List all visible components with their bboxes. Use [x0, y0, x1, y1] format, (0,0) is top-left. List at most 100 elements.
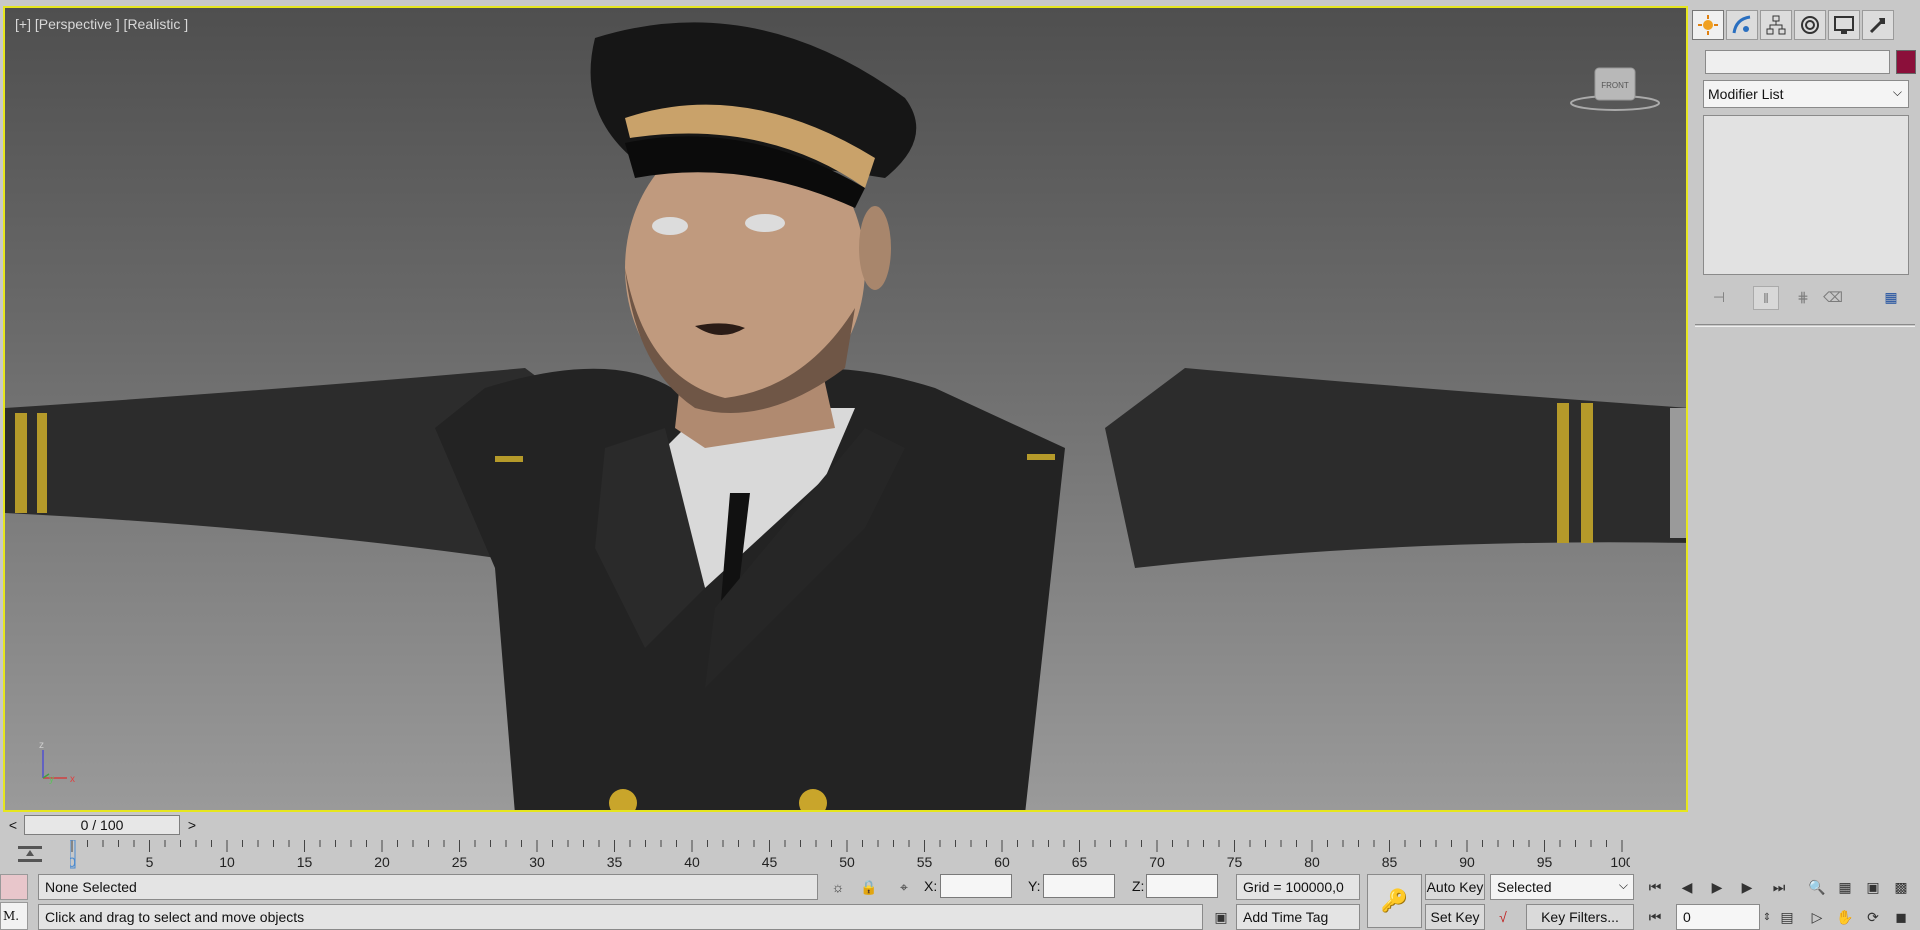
show-end-result-icon[interactable]: ‖ — [1753, 286, 1779, 310]
key-mode-toggle-icon[interactable]: ⏮ — [1644, 906, 1666, 928]
maximize-viewport-icon[interactable]: ◼ — [1890, 906, 1912, 928]
key-filters-button[interactable]: Key Filters... — [1526, 904, 1634, 930]
set-key-button[interactable]: Set Key — [1425, 904, 1485, 930]
remove-modifier-icon[interactable]: ⌫ — [1821, 286, 1845, 308]
time-slider[interactable] — [3, 814, 1688, 836]
panel-divider — [1695, 324, 1915, 327]
frame-tick-label: 85 — [1382, 854, 1398, 870]
time-slider-next[interactable]: > — [182, 814, 202, 836]
motion-icon — [1801, 16, 1819, 34]
modify-icon — [1732, 15, 1751, 34]
make-unique-icon[interactable]: ⋕ — [1791, 286, 1815, 308]
y-label: Y: — [1028, 878, 1041, 894]
absolute-mode-icon[interactable]: ⌖ — [893, 876, 915, 898]
next-frame-icon[interactable]: ▶ — [1736, 876, 1758, 898]
frame-tick-label: 10 — [219, 854, 235, 870]
lock-selection-icon[interactable]: 🔒 — [858, 876, 880, 898]
hierarchy-icon — [1766, 15, 1786, 35]
chevron-down-icon: ⌵ — [1892, 85, 1902, 99]
time-slider-prev[interactable]: < — [3, 814, 23, 836]
z-coordinate-input[interactable] — [1146, 874, 1218, 898]
frame-tick-label: 95 — [1537, 854, 1553, 870]
open-mini-curve-editor-icon[interactable] — [16, 842, 44, 866]
prompt-line: Click and drag to select and move object… — [38, 904, 1203, 930]
modifier-stack-view[interactable] — [1703, 115, 1909, 275]
frame-tick-label: 40 — [684, 854, 700, 870]
frame-tick-label: 90 — [1459, 854, 1475, 870]
display-tab[interactable] — [1828, 10, 1860, 40]
frame-ticks: 0 5 10 15 20 25 30 35 40 45 50 55 60 65 70 75 80 85 90 95 10… — [70, 840, 1630, 870]
frame-tick-label: 60 — [994, 854, 1010, 870]
set-key-tangent-icon[interactable]: √ — [1492, 906, 1514, 928]
frame-tick-label: 75 — [1227, 854, 1243, 870]
frame-tick-label: 15 — [297, 854, 313, 870]
frame-tick-label: 30 — [529, 854, 545, 870]
zoom-all-icon[interactable]: ▦ — [1834, 876, 1856, 898]
modifier-list-dropdown[interactable]: Modifier List ⌵ — [1703, 80, 1909, 108]
frame-tick-label: 55 — [917, 854, 933, 870]
zoom-extents-all-icon[interactable]: ▩ — [1890, 876, 1912, 898]
frame-tick-label: 45 — [762, 854, 778, 870]
current-frame-field[interactable]: 0 — [1676, 904, 1760, 930]
frame-tick-label: 25 — [452, 854, 468, 870]
frame-ruler[interactable]: 0 5 10 15 20 25 30 35 40 45 50 55 60 65 70 75 80 85 90 95 10… — [70, 840, 1630, 870]
axis-z-label: z — [39, 740, 44, 751]
frame-tick-label: 5 — [146, 854, 154, 870]
play-icon[interactable]: ▶ — [1706, 876, 1728, 898]
axis-y-label: y — [49, 774, 54, 785]
frame-tick-label: 35 — [607, 854, 623, 870]
x-coordinate-input[interactable] — [940, 874, 1012, 898]
pin-stack-icon[interactable]: ⊣ — [1707, 286, 1731, 308]
configure-modifier-sets-icon[interactable]: ▦ — [1879, 286, 1903, 308]
go-to-start-icon[interactable]: ⏮ — [1644, 876, 1666, 898]
key-mode-label: Selected — [1497, 879, 1552, 895]
perspective-viewport[interactable]: [+] [Perspective ] [Realistic ] FRONT z … — [3, 6, 1688, 812]
utilities-icon — [1869, 18, 1885, 34]
viewport-label[interactable]: [+] [Perspective ] [Realistic ] — [15, 16, 188, 32]
zoom-icon[interactable]: 🔍 — [1806, 876, 1828, 898]
key-mode-dropdown[interactable]: Selected ⌵ — [1490, 874, 1634, 900]
go-to-end-icon[interactable]: ⏭ — [1768, 876, 1790, 898]
character-model — [5, 22, 1686, 810]
object-name-field[interactable] — [1705, 50, 1890, 74]
maxscript-listener-box[interactable] — [0, 874, 28, 900]
create-tab[interactable] — [1692, 10, 1724, 40]
axis-x-label: x — [70, 774, 75, 785]
x-label: X: — [924, 878, 938, 894]
time-tag-icon[interactable]: ▣ — [1210, 906, 1232, 928]
hierarchy-tab[interactable] — [1760, 10, 1792, 40]
viewcube[interactable]: FRONT — [1570, 58, 1670, 118]
viewcube-face-label: FRONT — [1601, 81, 1629, 90]
time-slider-thumb[interactable]: 0 / 100 — [24, 815, 180, 835]
frame-tick-label: 80 — [1304, 854, 1320, 870]
object-color-swatch[interactable] — [1896, 50, 1916, 74]
chevron-down-icon: ⌵ — [1618, 878, 1628, 892]
modify-tab[interactable] — [1726, 10, 1758, 40]
auto-key-button[interactable]: Auto Key — [1425, 874, 1485, 900]
previous-frame-icon[interactable]: ◀ — [1676, 876, 1698, 898]
status-bar-bottom: M. Click and drag to select and move obj… — [0, 902, 1920, 930]
orbit-icon[interactable]: ⟳ — [1862, 906, 1884, 928]
pan-view-icon[interactable]: ✋ — [1834, 906, 1856, 928]
field-of-view-icon[interactable]: ▷ — [1806, 906, 1828, 928]
frame-tick-label: 50 — [839, 854, 855, 870]
utilities-tab[interactable] — [1862, 10, 1894, 40]
frame-tick-label: 20 — [374, 854, 390, 870]
add-time-tag[interactable]: Add Time Tag — [1236, 904, 1360, 930]
status-bar-top: None Selected ☼ 🔒 ⌖ X: Y: Z: Grid = 1000… — [0, 872, 1920, 928]
grid-size: Grid = 100000,0 — [1236, 874, 1360, 900]
z-label: Z: — [1132, 878, 1145, 894]
maxscript-mini-listener[interactable]: M. — [0, 902, 28, 930]
display-icon — [1834, 16, 1854, 34]
create-icon — [1698, 15, 1718, 35]
frame-tick-label: 70 — [1149, 854, 1165, 870]
modifier-list-label: Modifier List — [1708, 86, 1784, 102]
zoom-extents-icon[interactable]: ▣ — [1862, 876, 1884, 898]
time-configuration-icon[interactable]: ▤ — [1776, 906, 1798, 928]
isolate-selection-icon[interactable]: ☼ — [827, 876, 849, 898]
frame-spinner-icon[interactable]: ⇕ — [1756, 906, 1778, 928]
y-coordinate-input[interactable] — [1043, 874, 1115, 898]
motion-tab[interactable] — [1794, 10, 1826, 40]
stack-toolbar: ⊣ ‖ ⋕ ⌫ ▦ — [1703, 284, 1909, 310]
frame-tick-label: 100 — [1610, 854, 1630, 870]
